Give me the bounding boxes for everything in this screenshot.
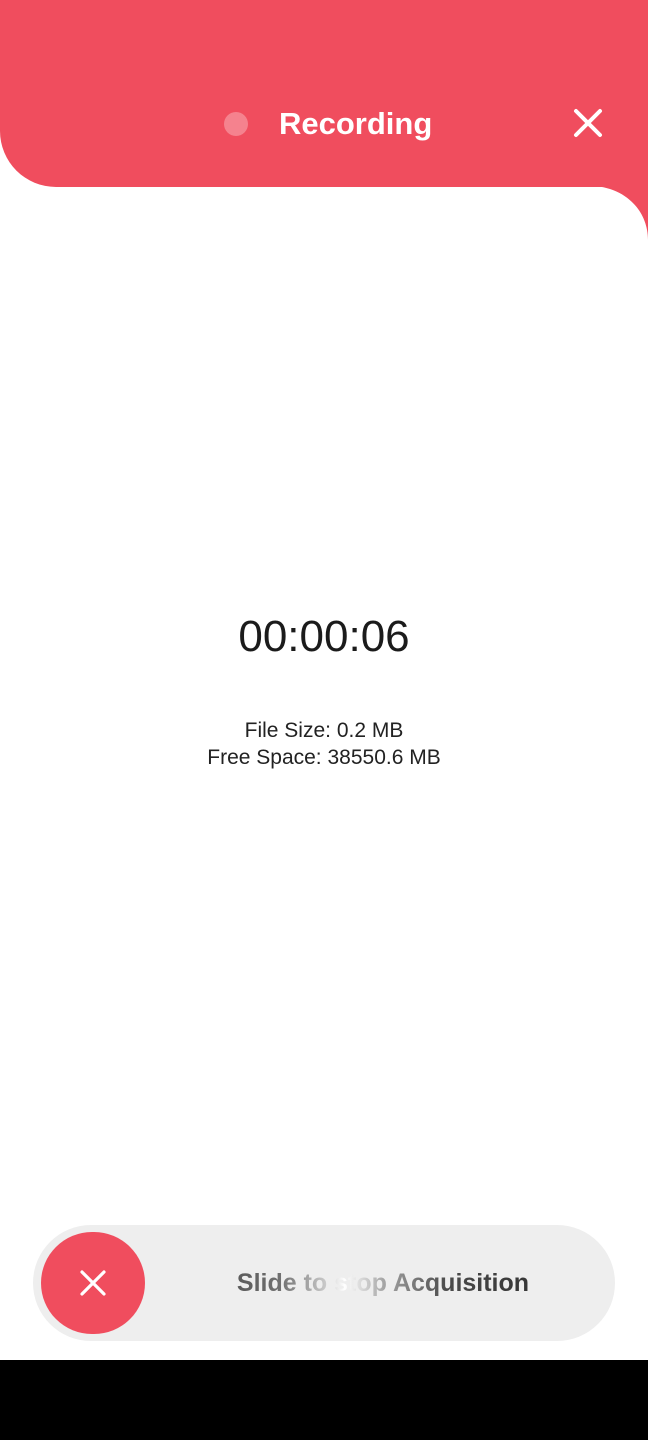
close-icon (80, 1270, 106, 1296)
recording-header: Recording (0, 0, 648, 187)
slide-to-stop-slider[interactable]: Slide to stop Acquisition (33, 1225, 615, 1341)
file-size-text: File Size: 0.2 MB (244, 719, 404, 742)
close-icon (574, 109, 602, 137)
header-curve (590, 186, 648, 240)
recording-dot-icon (224, 112, 248, 136)
header-title: Recording (279, 106, 433, 141)
recording-screen: Recording 00:00:06 File Size: 0.2 MB Fre… (0, 0, 648, 1440)
close-button[interactable] (566, 101, 610, 145)
slider-handle[interactable] (41, 1232, 145, 1334)
elapsed-timer: 00:00:06 (238, 612, 410, 661)
system-navigation-bar (0, 1360, 648, 1440)
slider-label: Slide to stop Acquisition (223, 1267, 543, 1299)
free-space-text: Free Space: 38550.6 MB (207, 746, 441, 769)
